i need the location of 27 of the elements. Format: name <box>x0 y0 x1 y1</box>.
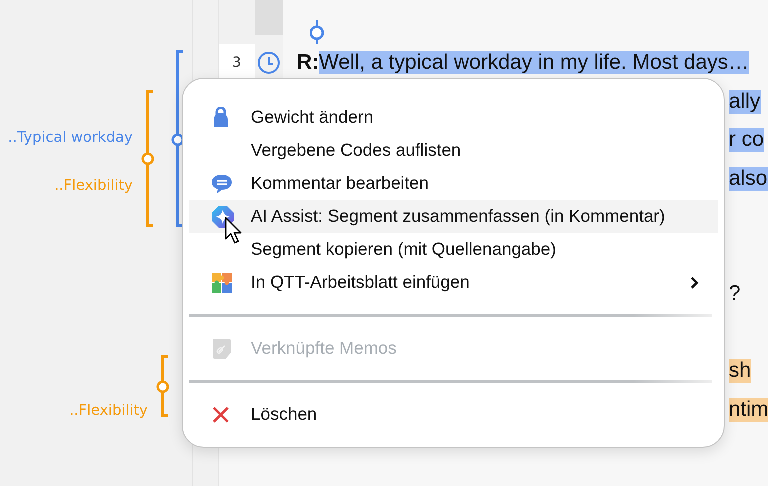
mouse-pointer-icon <box>225 217 243 245</box>
menu-item[interactable]: Gewicht ändern <box>189 101 718 134</box>
kettlebell-icon <box>211 106 231 128</box>
code-bracket[interactable] <box>172 50 184 228</box>
transcript-text: ? <box>729 282 741 306</box>
menu-item[interactable]: AI Assist: Segment zusammenfassen (in Kommentar) <box>189 200 718 233</box>
clock-icon[interactable] <box>257 51 281 76</box>
menu-item[interactable]: Vergebene Codes auflisten <box>189 134 718 167</box>
transcript-text: R:Well, a typical workday in my life. Most days… <box>297 51 750 76</box>
menu-item[interactable]: Kommentar bearbeiten <box>189 167 718 200</box>
code-bracket[interactable] <box>142 90 154 228</box>
transcript-text: sh <box>729 359 752 384</box>
transcript-text: also <box>729 166 768 191</box>
speech-bubble-icon <box>211 172 233 194</box>
transcript-text: ntim <box>729 398 768 422</box>
code-bracket[interactable] <box>156 356 170 418</box>
puzzle-icon <box>211 272 233 294</box>
menu-item[interactable]: In QTT-Arbeitsblatt einfügen <box>189 266 718 299</box>
menu-item[interactable]: Löschen <box>189 398 718 431</box>
transcript-text: r co <box>729 128 764 152</box>
line-number: 3 <box>232 55 242 72</box>
linked-note-icon <box>211 338 233 360</box>
gutter-cell <box>255 0 283 44</box>
close-icon <box>211 404 231 424</box>
selection-handle-icon[interactable] <box>310 20 324 44</box>
menu-item[interactable]: Segment kopieren (mit Quellenangabe) <box>189 233 718 266</box>
transcript-text: ally <box>729 90 761 114</box>
